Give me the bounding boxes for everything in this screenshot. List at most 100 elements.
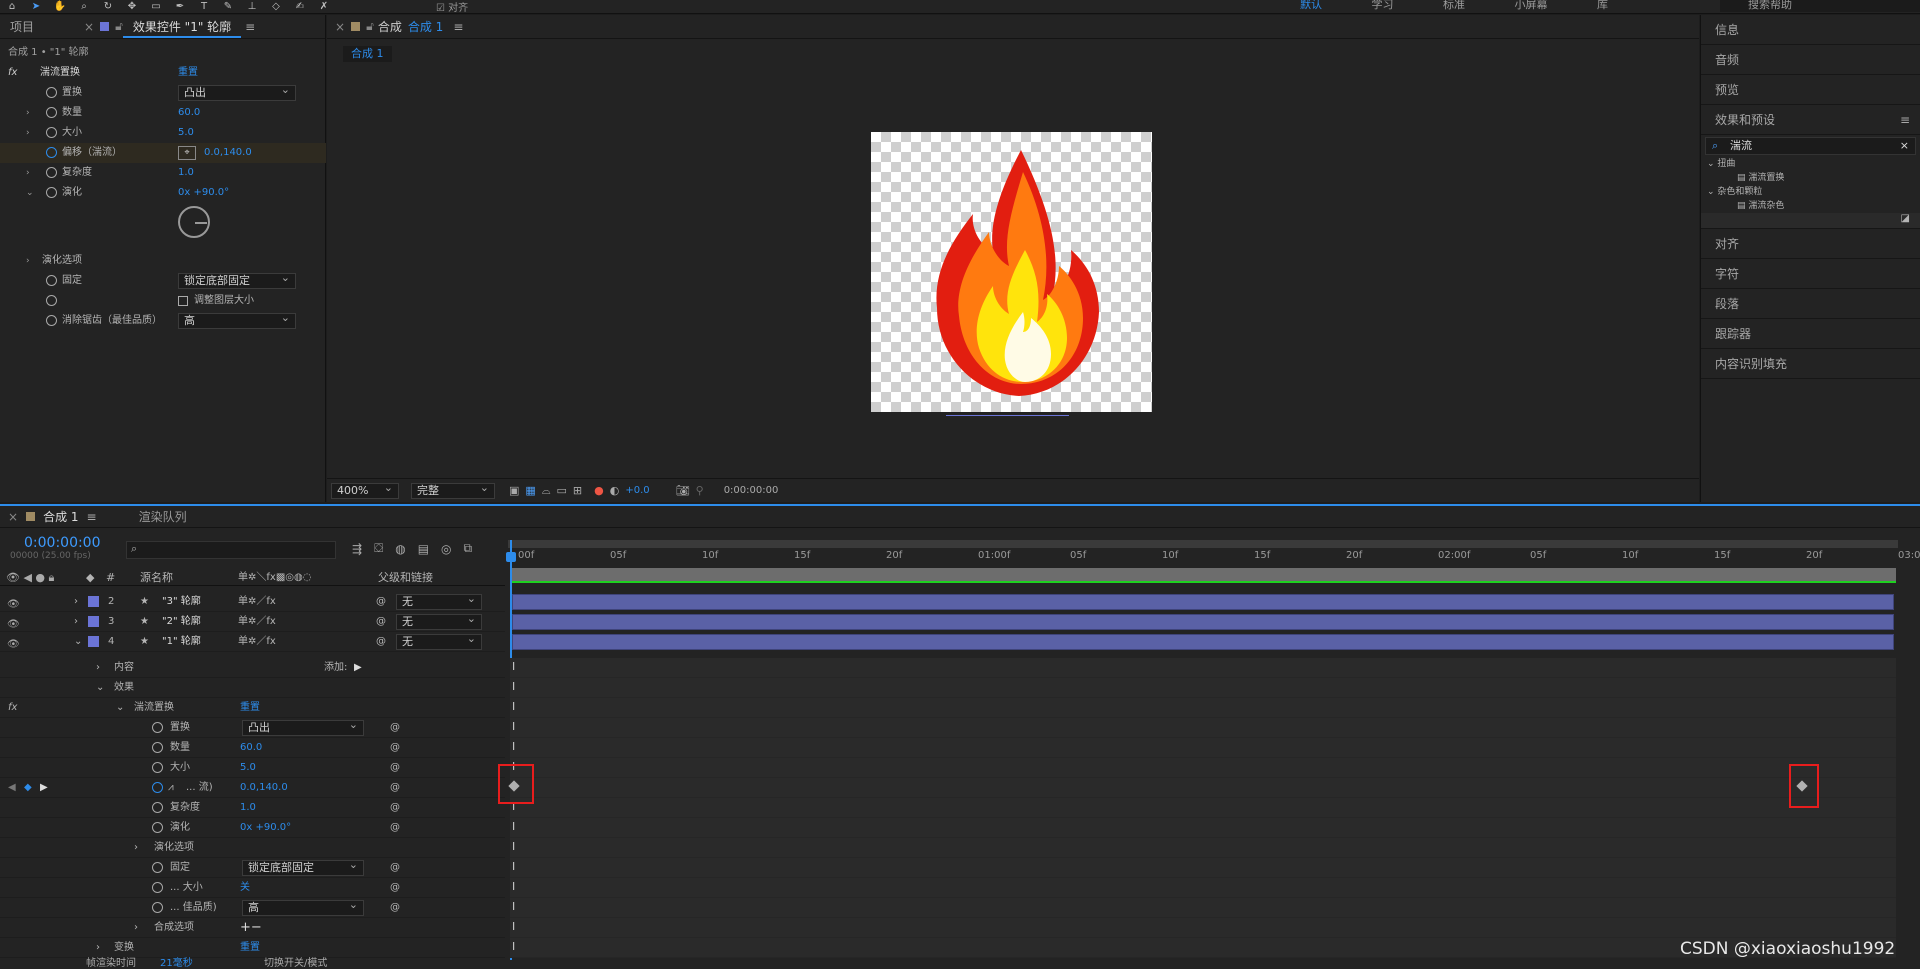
size-value[interactable]: 5.0: [178, 123, 194, 143]
prop-value[interactable]: 1.0: [240, 798, 256, 818]
region-of-interest-icon[interactable]: ▭: [557, 484, 567, 497]
stopwatch-icon[interactable]: [46, 147, 57, 158]
source-name-header[interactable]: 源名称: [140, 570, 173, 586]
stopwatch-icon[interactable]: [152, 742, 163, 753]
comp-mini-flowchart-icon[interactable]: ⇶: [352, 542, 362, 556]
stopwatch-icon[interactable]: [152, 822, 163, 833]
prev-keyframe-icon[interactable]: ◀: [8, 778, 16, 798]
prop-value[interactable]: 5.0: [240, 758, 256, 778]
offset-value[interactable]: 0.0,140.0: [204, 143, 252, 163]
pickwhip-icon[interactable]: @: [390, 798, 400, 818]
property-track[interactable]: I: [510, 838, 1896, 858]
contents-row[interactable]: › 内容 添加: ▶: [0, 658, 505, 678]
quality-dropdown[interactable]: 高: [242, 898, 364, 916]
puppet-tool-icon[interactable]: ✗: [317, 1, 331, 13]
exposure-value[interactable]: +0.0: [625, 485, 649, 496]
align-checkbox[interactable]: ☑ 对齐: [436, 0, 468, 14]
effects-row[interactable]: ⌄ 效果: [0, 678, 505, 698]
pickwhip-icon[interactable]: @: [390, 858, 400, 878]
comp-canvas[interactable]: [871, 132, 1152, 412]
prop-row[interactable]: 大小 5.0 @: [0, 758, 505, 778]
expand-icon[interactable]: ›: [74, 612, 78, 632]
workspace-libraries[interactable]: 库: [1597, 0, 1608, 11]
visibility-eye-icon[interactable]: 👁︎: [7, 635, 20, 655]
snapshot-toggle-icon[interactable]: ▣: [509, 484, 519, 497]
panel-align[interactable]: 对齐: [1701, 229, 1920, 259]
property-track[interactable]: I: [510, 798, 1896, 818]
pickwhip-icon[interactable]: @: [376, 632, 386, 652]
layer-label-color[interactable]: [88, 616, 99, 627]
pickwhip-icon[interactable]: @: [390, 878, 400, 898]
layer-switches[interactable]: 单✲／fx: [238, 612, 276, 632]
stopwatch-icon[interactable]: [46, 295, 57, 306]
prop-row[interactable]: ... 佳品质) 高 @: [0, 898, 505, 918]
pin-dropdown[interactable]: 锁定底部固定: [242, 858, 364, 876]
grid-guides-icon[interactable]: ⊞: [573, 484, 582, 497]
zoom-tool-icon[interactable]: ⌕: [77, 1, 91, 13]
layer-duration-bar[interactable]: [512, 634, 1894, 650]
layer-search-input[interactable]: ⌕: [126, 541, 336, 559]
type-tool-icon[interactable]: T: [197, 1, 211, 13]
layer-duration-bar[interactable]: [512, 614, 1894, 630]
complexity-value[interactable]: 1.0: [178, 163, 194, 183]
panel-content-aware-fill[interactable]: 内容识别填充: [1701, 349, 1920, 379]
tree-item[interactable]: ▤ 湍流置换: [1707, 171, 1920, 185]
pickwhip-icon[interactable]: @: [390, 778, 400, 798]
tree-group[interactable]: ⌄ 杂色和颗粒: [1707, 185, 1920, 199]
prop-row[interactable]: ... 大小 关 @: [0, 878, 505, 898]
property-track[interactable]: I: [510, 658, 1896, 678]
prop-row[interactable]: 置换 凸出 @: [0, 718, 505, 738]
lock-icon[interactable]: 🔓︎: [115, 19, 123, 34]
stopwatch-icon[interactable]: [46, 315, 57, 326]
roto-tool-icon[interactable]: ✍: [293, 1, 307, 13]
layer-row[interactable]: 👁︎ ⌄ 4 ★ "1" 轮廓 单✲／fx @ 无: [0, 632, 505, 652]
exposure-reset-icon[interactable]: ◐: [610, 484, 620, 497]
expand-icon[interactable]: ›: [96, 938, 100, 958]
layer-row[interactable]: 👁︎ › 2 ★ "3" 轮廓 单✲／fx @ 无: [0, 592, 505, 612]
frame-blending-icon[interactable]: ▤: [418, 542, 429, 556]
show-snapshot-icon[interactable]: ⚲: [696, 484, 704, 497]
property-track[interactable]: I: [510, 778, 1896, 798]
parent-dropdown[interactable]: 无: [396, 612, 482, 630]
workspace-default[interactable]: 默认: [1300, 0, 1322, 11]
workspace-learn[interactable]: 学习: [1372, 0, 1394, 11]
new-preset-icon[interactable]: ◪: [1901, 213, 1910, 224]
tab-comp1[interactable]: 合成 1: [43, 508, 78, 525]
eraser-tool-icon[interactable]: ◇: [269, 1, 283, 13]
clear-search-icon[interactable]: ×: [1900, 138, 1909, 154]
prop-row[interactable]: 固定 锁定底部固定 @: [0, 858, 505, 878]
pen-tool-icon[interactable]: ✒: [173, 1, 187, 13]
expand-icon[interactable]: ›: [96, 658, 100, 678]
property-track[interactable]: I: [510, 738, 1896, 758]
pickwhip-icon[interactable]: @: [390, 818, 400, 838]
stopwatch-icon[interactable]: [152, 902, 163, 913]
time-navigator[interactable]: [510, 568, 1896, 582]
antialias-dropdown[interactable]: 高: [178, 311, 296, 329]
graph-editor-icon[interactable]: ⧉: [464, 541, 473, 556]
prop-row[interactable]: 数量 60.0 @: [0, 738, 505, 758]
comp-options-row[interactable]: › 合成选项 +−: [0, 918, 505, 938]
stopwatch-icon[interactable]: [152, 862, 163, 873]
layer-label-color[interactable]: [88, 596, 99, 607]
effect-reset-link[interactable]: 重置: [178, 63, 198, 83]
effects-search-input[interactable]: ⌕ 湍流 ×: [1705, 137, 1916, 155]
collapse-icon[interactable]: ⌄: [74, 632, 82, 652]
expand-icon[interactable]: ›: [74, 592, 78, 612]
workspace-small-screen[interactable]: 小屏幕: [1515, 0, 1548, 11]
layer-name[interactable]: "1" 轮廓: [162, 632, 201, 652]
layer-name[interactable]: "3" 轮廓: [162, 592, 201, 612]
expand-icon[interactable]: ›: [134, 918, 138, 938]
panel-tracker[interactable]: 跟踪器: [1701, 319, 1920, 349]
pickwhip-icon[interactable]: @: [376, 592, 386, 612]
comp-breadcrumb[interactable]: 合成 1: [343, 46, 392, 62]
close-icon[interactable]: ×: [8, 510, 18, 524]
expand-icon[interactable]: ›: [26, 163, 30, 183]
pickwhip-icon[interactable]: @: [390, 758, 400, 778]
panel-info[interactable]: 信息: [1701, 15, 1920, 45]
layer-row[interactable]: 👁︎ › 3 ★ "2" 轮廓 单✲／fx @ 无: [0, 612, 505, 632]
mask-path-icon[interactable]: ⌓: [542, 484, 551, 498]
prop-value[interactable]: 0.0,140.0: [240, 778, 288, 798]
property-track[interactable]: I: [510, 718, 1896, 738]
expand-icon[interactable]: ›: [26, 123, 30, 143]
panel-preview[interactable]: 预览: [1701, 75, 1920, 105]
